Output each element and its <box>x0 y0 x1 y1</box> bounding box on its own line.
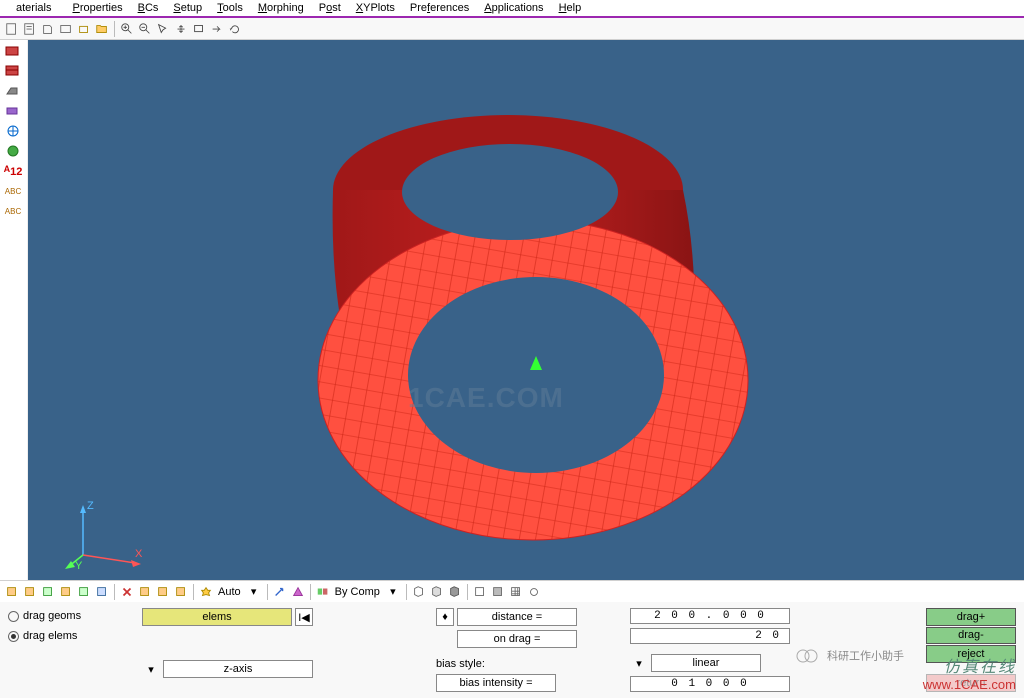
ondrag-label: on drag = <box>457 630 577 648</box>
bias-intensity-label: bias intensity = <box>436 674 556 692</box>
elems-button[interactable]: elems <box>142 608 292 626</box>
viewport-3d[interactable]: 1CAE.COM Z X Y <box>28 40 1024 580</box>
ltool-abc1-icon[interactable]: ABC <box>1 182 25 200</box>
ondrag-input[interactable]: 2 0 <box>630 628 790 644</box>
auto-label: Auto <box>216 586 243 598</box>
rotate-icon[interactable] <box>227 21 243 37</box>
mt-2[interactable] <box>22 584 38 600</box>
menu-setup[interactable]: Setup <box>167 2 208 14</box>
distance-label: distance = <box>457 608 577 626</box>
drag-minus-button[interactable]: drag- <box>926 627 1016 645</box>
tool-icon-2[interactable] <box>22 21 38 37</box>
pan-icon[interactable] <box>173 21 189 37</box>
bias-style-dropdown[interactable]: ▾ <box>630 654 648 672</box>
ltool-globe-icon[interactable] <box>1 122 25 140</box>
mt-wire1-icon[interactable] <box>411 584 427 600</box>
menu-xyplots[interactable]: XYPlots <box>350 2 401 14</box>
bias-intensity-input[interactable]: 0 1 0 0 0 <box>630 676 790 692</box>
ltool-1[interactable] <box>1 42 25 60</box>
menu-morphing[interactable]: Morphing <box>252 2 310 14</box>
menu-applications[interactable]: Applications <box>478 2 549 14</box>
mt-1[interactable] <box>4 584 20 600</box>
zaxis-button[interactable]: z-axis <box>163 660 313 678</box>
menu-properties[interactable]: Properties <box>66 2 128 14</box>
separator <box>114 584 115 600</box>
main-area: A12 ABC ABC 1CAE.COM Z <box>0 40 1024 580</box>
radio-drag-elems[interactable]: drag elems <box>8 628 128 644</box>
svg-text:Y: Y <box>75 560 83 570</box>
mt-box1-icon[interactable] <box>472 584 488 600</box>
menu-materials[interactable]: aterials <box>4 2 63 14</box>
mt-grid-icon[interactable] <box>508 584 524 600</box>
bycomp-label: By Comp <box>333 586 382 598</box>
mt-3[interactable] <box>40 584 56 600</box>
mt-wire2-icon[interactable] <box>429 584 445 600</box>
auto-dropdown[interactable]: ▾ <box>245 583 263 601</box>
mt-box2-icon[interactable] <box>490 584 506 600</box>
radio-drag-geoms[interactable]: drag geoms <box>8 608 128 624</box>
tool-icon-4[interactable] <box>58 21 74 37</box>
tool-icon-1[interactable] <box>4 21 20 37</box>
mt-tool-icon[interactable] <box>526 584 542 600</box>
mt-4[interactable] <box>58 584 74 600</box>
mt-wire3-icon[interactable] <box>447 584 463 600</box>
distance-input[interactable]: 2 0 0 . 0 0 0 <box>630 608 790 624</box>
model-ring <box>288 100 768 550</box>
mt-6[interactable] <box>94 584 110 600</box>
bycomp-dropdown[interactable]: ▾ <box>384 583 402 601</box>
bottom-panel: drag geoms drag elems elems I◀ ▾ z-axis … <box>0 602 1024 698</box>
select-arrow-icon[interactable] <box>155 21 171 37</box>
mt-clip3[interactable] <box>173 584 189 600</box>
bias-style-label: bias style: <box>436 658 489 670</box>
ltool-4[interactable] <box>1 102 25 120</box>
mt-tri-icon[interactable] <box>290 584 306 600</box>
zoom-out-icon[interactable] <box>137 21 153 37</box>
ltool-2[interactable] <box>1 62 25 80</box>
top-toolbar <box>0 18 1024 40</box>
viewport-watermark: 1CAE.COM <box>408 382 564 414</box>
ltool-3[interactable] <box>1 82 25 100</box>
watermark-corner: 仿真在线 www.1CAE.com <box>923 653 1016 692</box>
mt-clip2[interactable] <box>155 584 171 600</box>
separator <box>193 584 194 600</box>
tool-icon-3[interactable] <box>40 21 56 37</box>
mt-arrow3d-icon[interactable] <box>272 584 288 600</box>
rect-icon[interactable] <box>191 21 207 37</box>
svg-text:X: X <box>135 548 143 560</box>
zoom-in-icon[interactable] <box>119 21 135 37</box>
separator <box>406 584 407 600</box>
bias-style-value[interactable]: linear <box>651 654 761 672</box>
menu-post[interactable]: Post <box>313 2 347 14</box>
watermark-bubble: 科研工作小助手 <box>795 646 904 666</box>
separator <box>310 584 311 600</box>
axis-dropdown[interactable]: ▾ <box>142 660 160 678</box>
separator <box>267 584 268 600</box>
ltool-green-icon[interactable] <box>1 142 25 160</box>
folder-icon[interactable] <box>94 21 110 37</box>
separator <box>114 21 115 37</box>
mid-toolbar: Auto ▾ By Comp ▾ <box>0 580 1024 602</box>
distance-switch[interactable]: ♦ <box>436 608 454 626</box>
mt-clip[interactable] <box>137 584 153 600</box>
arrow-icon[interactable] <box>209 21 225 37</box>
svg-text:Z: Z <box>87 500 94 512</box>
menu-help[interactable]: Help <box>553 2 588 14</box>
mt-auto-icon[interactable] <box>198 584 214 600</box>
elems-reset[interactable]: I◀ <box>295 608 313 626</box>
menu-bcs[interactable]: BCs <box>132 2 165 14</box>
axis-triad: Z X Y <box>63 495 153 570</box>
ltool-a12-icon[interactable]: A12 <box>1 162 25 180</box>
tool-icon-5[interactable] <box>76 21 92 37</box>
menu-bar: aterials Properties BCs Setup Tools Morp… <box>0 0 1024 18</box>
left-toolbar: A12 ABC ABC <box>0 40 28 580</box>
drag-plus-button[interactable]: drag+ <box>926 608 1016 626</box>
mt-5[interactable] <box>76 584 92 600</box>
menu-preferences[interactable]: Preferences <box>404 2 475 14</box>
separator <box>467 584 468 600</box>
menu-tools[interactable]: Tools <box>211 2 249 14</box>
mt-bycomp-icon[interactable] <box>315 584 331 600</box>
ltool-abc2-icon[interactable]: ABC <box>1 202 25 220</box>
mt-x-icon[interactable] <box>119 584 135 600</box>
